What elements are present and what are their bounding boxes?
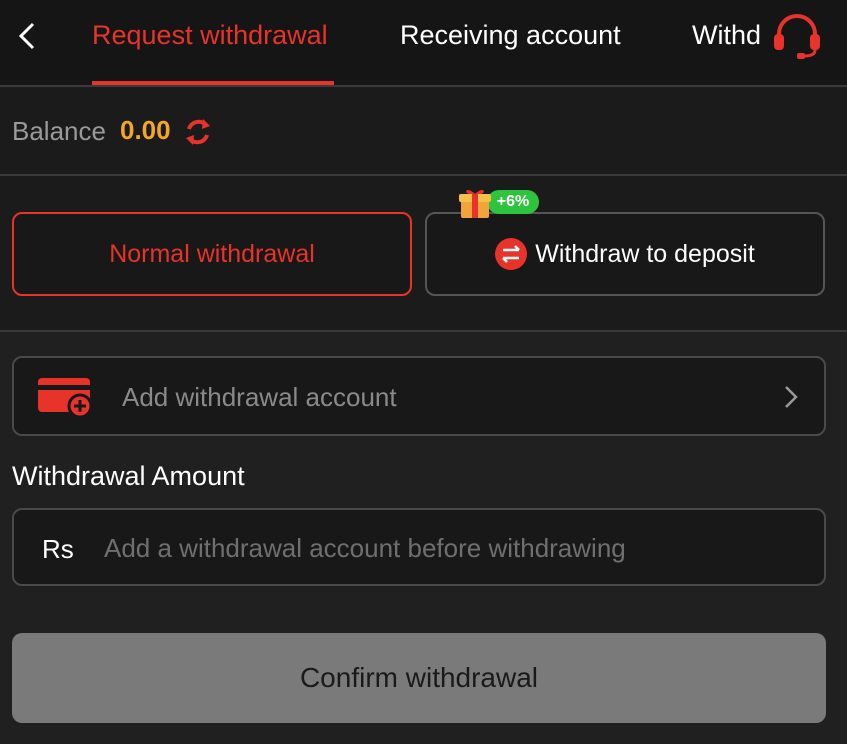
tab-request-withdrawal[interactable]: Request withdrawal	[92, 18, 328, 52]
promo-badge: +6%	[487, 190, 539, 214]
confirm-withdrawal-button[interactable]: Confirm withdrawal	[12, 633, 826, 723]
balance-label: Balance	[12, 116, 106, 146]
normal-withdrawal-label: Normal withdrawal	[109, 239, 315, 268]
chevron-right-icon	[785, 386, 798, 408]
normal-withdrawal-button[interactable]: Normal withdrawal	[12, 212, 412, 296]
customer-support-button[interactable]	[770, 12, 824, 62]
exchange-icon	[495, 238, 528, 270]
tab-withdrawal-record[interactable]: Withdrawal record	[692, 18, 760, 52]
active-tab-indicator	[92, 81, 334, 85]
withdrawal-methods: Normal withdrawal Withdraw to deposit +6…	[0, 176, 847, 332]
top-nav-bar: Request withdrawal Receiving account Wit…	[0, 0, 847, 87]
gift-icon	[459, 189, 491, 218]
refresh-icon[interactable]	[184, 117, 212, 147]
withdrawal-amount-input[interactable]	[102, 524, 806, 572]
headset-icon	[774, 14, 820, 59]
tab-receiving-account[interactable]: Receiving account	[400, 18, 621, 52]
card-add-icon	[38, 378, 93, 418]
currency-symbol: Rs	[42, 534, 74, 564]
withdraw-to-deposit-button[interactable]: Withdraw to deposit	[425, 212, 825, 296]
tab-strip: Request withdrawal Receiving account Wit…	[0, 0, 760, 87]
add-withdrawal-account-label: Add withdrawal account	[122, 382, 397, 412]
add-withdrawal-account-button[interactable]: Add withdrawal account	[12, 356, 826, 436]
balance-row: Balance 0.00	[0, 87, 847, 176]
balance-value: 0.00	[120, 115, 171, 145]
amount-field-container: Rs	[12, 508, 826, 586]
withdraw-to-deposit-label: Withdraw to deposit	[535, 239, 755, 268]
withdrawal-amount-title: Withdrawal Amount	[12, 461, 245, 491]
